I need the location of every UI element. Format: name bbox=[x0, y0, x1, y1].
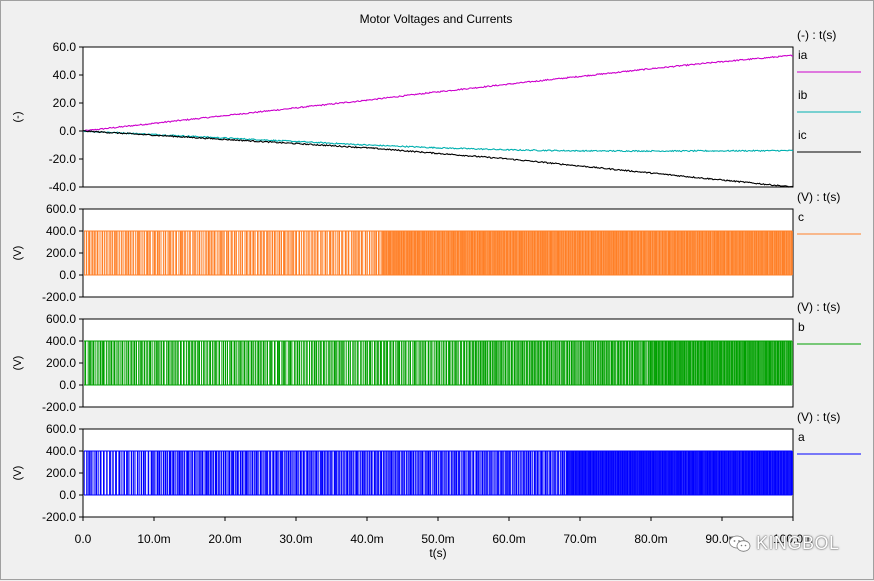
series-fill-b bbox=[651, 341, 793, 385]
y-tick-label-voltage-b: -200.0 bbox=[42, 400, 76, 414]
y-axis-label-voltage-c: (V) bbox=[12, 246, 24, 261]
y-axis-label-voltage-b: (V) bbox=[12, 356, 24, 371]
legend-label-c: c bbox=[798, 210, 804, 224]
chart-title: Motor Voltages and Currents bbox=[360, 12, 513, 26]
series-fill-a bbox=[565, 451, 793, 495]
x-tick-label: 10.0m bbox=[137, 532, 170, 546]
x-tick-label: 20.0m bbox=[208, 532, 241, 546]
x-tick-label: 60.0m bbox=[492, 532, 525, 546]
x-tick-label: 70.0m bbox=[563, 532, 596, 546]
x-tick-label: 40.0m bbox=[350, 532, 383, 546]
unit-label-voltage-b: (V) : t(s) bbox=[797, 300, 840, 314]
y-tick-label-voltage-c: 400.0 bbox=[46, 224, 76, 238]
wechat-icon bbox=[729, 535, 751, 552]
y-tick-label-voltage-b: 200.0 bbox=[46, 356, 76, 370]
y-tick-label-voltage-c: 600.0 bbox=[46, 202, 76, 216]
y-tick-label-voltage-a: -200.0 bbox=[42, 510, 76, 524]
plot-area-currents bbox=[82, 46, 794, 188]
y-tick-label-voltage-c: -200.0 bbox=[42, 290, 76, 304]
series-fill-a bbox=[154, 451, 566, 495]
y-tick-label-currents: -40.0 bbox=[49, 180, 77, 194]
legend-label-ib: ib bbox=[798, 88, 808, 102]
y-tick-label-currents: 60.0 bbox=[53, 40, 77, 54]
y-tick-label-voltage-a: 400.0 bbox=[46, 444, 76, 458]
series-fill-c bbox=[381, 231, 793, 275]
x-tick-label: 50.0m bbox=[421, 532, 454, 546]
y-tick-label-voltage-b: 0.0 bbox=[59, 378, 76, 392]
y-tick-label-currents: 0.0 bbox=[59, 124, 76, 138]
x-tick-label: 0.0 bbox=[75, 532, 92, 546]
y-tick-label-voltage-b: 400.0 bbox=[46, 334, 76, 348]
y-tick-label-voltage-c: 0.0 bbox=[59, 268, 76, 282]
y-tick-label-voltage-a: 600.0 bbox=[46, 422, 76, 436]
legend-label-ic: ic bbox=[798, 128, 807, 142]
y-tick-label-currents: 40.0 bbox=[53, 68, 77, 82]
watermark-text: KINGBOL bbox=[756, 533, 840, 553]
x-axis-label: t(s) bbox=[429, 546, 446, 560]
y-axis-label-currents: (-) bbox=[12, 112, 24, 123]
watermark: KINGBOL bbox=[729, 533, 840, 554]
y-tick-label-voltage-a: 0.0 bbox=[59, 488, 76, 502]
y-axis-label-voltage-a: (V) bbox=[12, 466, 24, 481]
unit-label-voltage-c: (V) : t(s) bbox=[797, 190, 840, 204]
y-tick-label-currents: -20.0 bbox=[49, 152, 77, 166]
y-tick-label-voltage-b: 600.0 bbox=[46, 312, 76, 326]
unit-label-voltage-a: (V) : t(s) bbox=[797, 410, 840, 424]
legend-label-b: b bbox=[798, 320, 805, 334]
legend-label-a: a bbox=[798, 430, 805, 444]
chart-window: Motor Voltages and Currents 60.0 40.0 20.0 0… bbox=[0, 0, 874, 580]
x-tick-label: 80.0m bbox=[634, 532, 667, 546]
y-tick-label-currents: 20.0 bbox=[53, 96, 77, 110]
chart-svg: Motor Voltages and Currents 60.0 40.0 20.0 0… bbox=[12, 12, 861, 560]
x-tick-label: 30.0m bbox=[279, 532, 312, 546]
unit-label-currents: (-) : t(s) bbox=[797, 28, 836, 42]
y-tick-label-voltage-c: 200.0 bbox=[46, 246, 76, 260]
legend-label-ia: ia bbox=[798, 48, 808, 62]
y-tick-label-voltage-a: 200.0 bbox=[46, 466, 76, 480]
